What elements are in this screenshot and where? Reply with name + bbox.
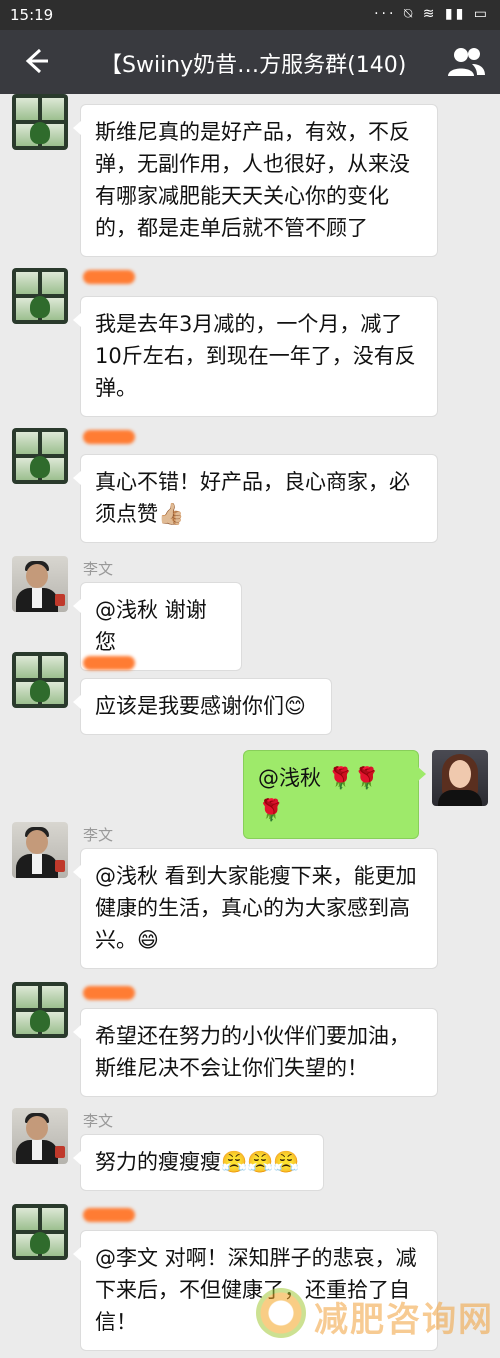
- avatar-self[interactable]: [432, 750, 488, 806]
- avatar[interactable]: [12, 556, 68, 612]
- title-bar: 【Swiiny奶昔…方服务群(140): [0, 30, 500, 94]
- message-list[interactable]: 斯维尼真的是好产品，有效，不反弹，无副作用，人也很好，从来没有哪家减肥能天天关心…: [0, 94, 500, 1358]
- avatar[interactable]: [12, 1204, 68, 1260]
- avatar[interactable]: [12, 982, 68, 1038]
- chat-title: 【Swiiny奶昔…方服务群(140): [100, 53, 407, 78]
- message-bubble[interactable]: @浅秋 看到大家能瘦下来，能更加健康的生活，真心的为大家感到高兴。😄: [73, 848, 438, 969]
- message-bubble-self[interactable]: @浅秋 🌹🌹🌹: [243, 750, 426, 839]
- watermark-text: 减肥咨询网: [314, 1300, 494, 1340]
- status-bar: 15:19 ··· ⍉ ≋ ▮▮ ▭: [0, 0, 500, 30]
- back-arrow-icon[interactable]: [18, 44, 52, 78]
- message-bubble[interactable]: 努力的瘦瘦瘦😤😤😤: [73, 1134, 324, 1191]
- message-bubble[interactable]: 希望还在努力的小伙伴们要加油，斯维尼决不会让你们失望的！: [73, 1008, 438, 1097]
- sender-name-redacted: [83, 1208, 135, 1222]
- clock: 15:19: [10, 6, 54, 24]
- avatar[interactable]: [12, 428, 68, 484]
- message-bubble[interactable]: 应该是我要感谢你们😊: [73, 678, 332, 735]
- sender-name: 李文: [83, 560, 114, 578]
- avatar[interactable]: [12, 1108, 68, 1164]
- sender-name-redacted: [83, 656, 135, 670]
- watermark-logo-icon: [256, 1288, 306, 1338]
- watermark: 减肥咨询网: [256, 1284, 492, 1350]
- avatar[interactable]: [12, 268, 68, 324]
- sender-name-redacted: [83, 430, 135, 444]
- avatar[interactable]: [12, 94, 68, 150]
- message-bubble[interactable]: 斯维尼真的是好产品，有效，不反弹，无副作用，人也很好，从来没有哪家减肥能天天关心…: [73, 104, 438, 257]
- sender-name: 李文: [83, 826, 114, 844]
- group-members-icon[interactable]: [446, 44, 486, 80]
- avatar[interactable]: [12, 652, 68, 708]
- sender-name-redacted: [83, 986, 135, 1000]
- sender-name-redacted: [83, 270, 135, 284]
- message-bubble[interactable]: 真心不错！好产品，良心商家，必须点赞👍🏼: [73, 454, 438, 543]
- status-icons: ··· ⍉ ≋ ▮▮ ▭: [374, 6, 490, 22]
- sender-name: 李文: [83, 1112, 114, 1130]
- avatar[interactable]: [12, 822, 68, 878]
- message-bubble[interactable]: 我是去年3月减的，一个月，减了10斤左右，到现在一年了，没有反弹。: [73, 296, 438, 417]
